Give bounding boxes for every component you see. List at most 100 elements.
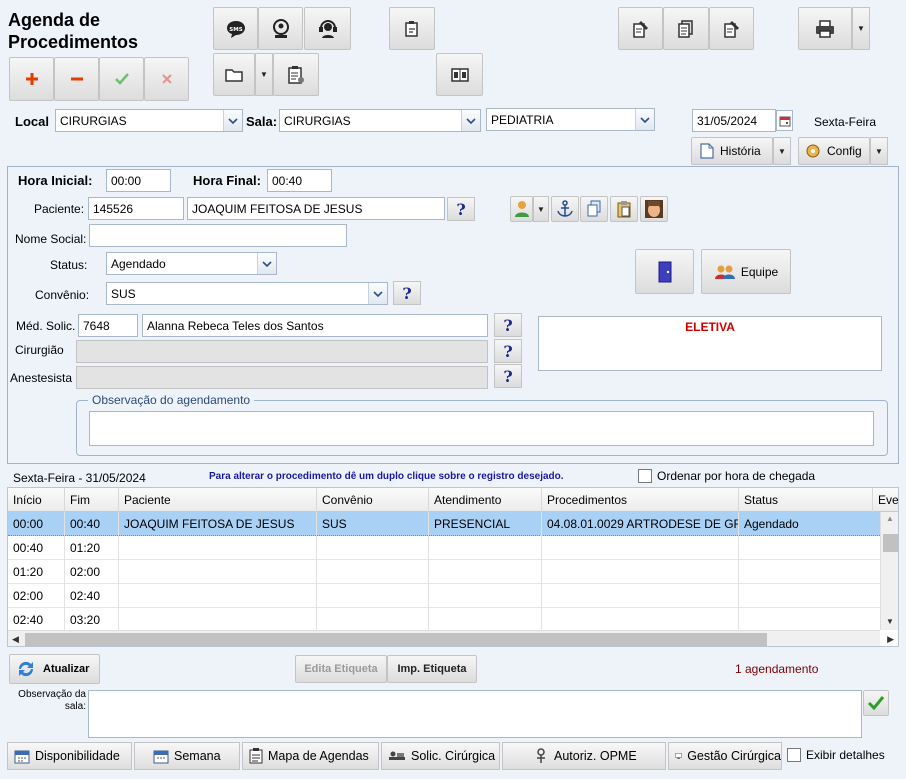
atualizar-button[interactable]: Atualizar [9, 654, 100, 684]
patient-user-dropdown-button[interactable]: ▼ [533, 196, 549, 222]
med-solic-name-input[interactable]: Alanna Rebeca Teles dos Santos [142, 314, 488, 337]
checklist-button[interactable] [273, 53, 319, 96]
med-solic-help-button[interactable]: ? [494, 313, 522, 337]
calendar-icon[interactable] [776, 110, 793, 131]
documents-button[interactable] [663, 7, 709, 50]
col-atendimento[interactable]: Atendimento [429, 488, 542, 512]
table-row[interactable]: 00:40 01:20 [8, 536, 880, 560]
confirm-button[interactable] [99, 57, 144, 101]
attendant-button[interactable] [304, 7, 351, 50]
table-cell: 01:20 [13, 565, 44, 579]
col-convenio[interactable]: Convênio [317, 488, 429, 512]
observacao-textarea[interactable] [89, 411, 874, 446]
equipe-button[interactable]: Equipe [701, 249, 791, 294]
edita-etiqueta-button[interactable]: Edita Etiqueta [295, 655, 387, 683]
table-cell: 00:40 [13, 541, 44, 555]
sms-button[interactable]: SMS [213, 7, 258, 50]
status-select[interactable]: Agendado [106, 252, 277, 275]
print-dropdown-button[interactable]: ▼ [852, 7, 870, 50]
remove-button[interactable] [54, 57, 99, 101]
sala-select[interactable]: CIRURGIAS [279, 109, 481, 132]
paste-button[interactable] [610, 196, 638, 222]
paciente-id-input[interactable]: 145526 [88, 197, 184, 220]
hora-inicial-input[interactable]: 00:00 [106, 169, 171, 192]
scroll-down-icon[interactable]: ▼ [886, 617, 894, 626]
tools-button-2[interactable] [709, 7, 754, 50]
table-row[interactable]: 02:40 03:20 [8, 608, 880, 632]
add-button[interactable] [9, 57, 54, 101]
col-inicio[interactable]: Início [8, 488, 65, 512]
cancel-button[interactable] [144, 57, 189, 101]
historia-button[interactable]: História [691, 137, 773, 165]
convenio-label: Convênio: [35, 288, 90, 302]
contact-button[interactable] [258, 7, 303, 50]
plus-icon [25, 73, 38, 85]
paciente-name-input[interactable]: JOAQUIM FEITOSA DE JESUS [187, 197, 445, 220]
config-dropdown-button[interactable]: ▼ [870, 137, 888, 165]
notes-button[interactable] [389, 7, 435, 50]
vertical-scrollbar[interactable]: ▲ ▼ [880, 512, 898, 630]
col-procedimentos[interactable]: Procedimentos [542, 488, 739, 512]
scroll-right-icon[interactable]: ▶ [887, 634, 894, 645]
horizontal-scrollbar[interactable]: ◀ ▶ [8, 630, 894, 646]
scroll-up-icon[interactable]: ▲ [886, 514, 894, 523]
autoriz-opme-button[interactable]: Autoriz. OPME [502, 742, 666, 770]
paciente-help-button[interactable]: ? [447, 197, 475, 221]
chevron-down-icon [461, 110, 480, 131]
convenio-select[interactable]: SUS [106, 282, 388, 305]
vertical-scroll-thumb[interactable] [883, 534, 898, 552]
obs-sala-textarea[interactable] [88, 690, 862, 738]
obs-sala-save-button[interactable] [863, 690, 889, 716]
solic-cirurgica-button[interactable]: Solic. Cirúrgica [381, 742, 500, 770]
historia-dropdown-button[interactable]: ▼ [773, 137, 791, 165]
col-fim[interactable]: Fim [65, 488, 119, 512]
table-row[interactable]: 00:00 00:40 JOAQUIM FEITOSA DE JESUS SUS PRE… [8, 512, 880, 536]
specialty-select-value: PEDIATRIA [491, 112, 554, 127]
anestesista-help-button[interactable]: ? [494, 364, 522, 388]
col-eventos[interactable]: Eve [873, 488, 898, 512]
nome-social-input[interactable] [89, 224, 347, 247]
table-cell [317, 608, 429, 632]
med-solic-id-input[interactable]: 7648 [78, 314, 138, 337]
copy-button[interactable] [580, 196, 608, 222]
config-label: Config [827, 144, 862, 158]
compare-button[interactable] [436, 53, 483, 96]
gestao-cirurgica-button[interactable]: Gestão Cirúrgica [668, 742, 782, 770]
patient-photo-button[interactable] [640, 196, 668, 222]
folder-button[interactable] [213, 53, 255, 96]
convenio-help-button[interactable]: ? [393, 281, 421, 305]
imp-etiqueta-button[interactable]: Imp. Etiqueta [387, 655, 477, 683]
table-row[interactable]: 02:00 02:40 [8, 584, 880, 608]
monitor-icon [675, 753, 682, 759]
disponibilidade-button[interactable]: Disponibilidade [7, 742, 132, 770]
title-line-1: Agenda de [8, 10, 101, 30]
anchor-button[interactable] [551, 196, 579, 222]
exibir-detalhes-checkbox[interactable]: Exibir detalhes [787, 748, 885, 762]
hora-final-input[interactable]: 00:40 [267, 169, 332, 192]
table-row[interactable]: 01:20 02:00 [8, 560, 880, 584]
scroll-left-icon[interactable]: ◀ [12, 634, 19, 645]
local-select[interactable]: CIRURGIAS [55, 109, 243, 132]
specialty-select[interactable]: PEDIATRIA [486, 108, 655, 131]
order-by-arrival-checkbox[interactable]: Ordenar por hora de chegada [638, 469, 815, 483]
table-cell [542, 536, 739, 560]
horizontal-scroll-thumb[interactable] [25, 633, 767, 646]
split-view-icon [450, 67, 469, 82]
col-paciente[interactable]: Paciente [119, 488, 317, 512]
document-icon [700, 143, 714, 159]
order-by-arrival-check[interactable] [638, 469, 652, 483]
print-button[interactable] [798, 7, 852, 50]
semana-button[interactable]: Semana [134, 742, 240, 770]
table-cell: 00:00 [13, 517, 44, 531]
config-button[interactable]: Config [798, 137, 870, 165]
sala-label: Sala: [246, 114, 278, 129]
door-button[interactable] [635, 249, 694, 294]
date-input[interactable]: 31/05/2024 [692, 109, 776, 132]
col-status[interactable]: Status [739, 488, 873, 512]
exibir-detalhes-check[interactable] [787, 748, 801, 762]
mapa-agendas-button[interactable]: Mapa de Agendas [242, 742, 379, 770]
folder-dropdown-button[interactable]: ▼ [255, 53, 273, 96]
tools-button-1[interactable] [618, 7, 663, 50]
patient-user-button[interactable] [510, 196, 533, 222]
cirurgiao-help-button[interactable]: ? [494, 339, 522, 363]
